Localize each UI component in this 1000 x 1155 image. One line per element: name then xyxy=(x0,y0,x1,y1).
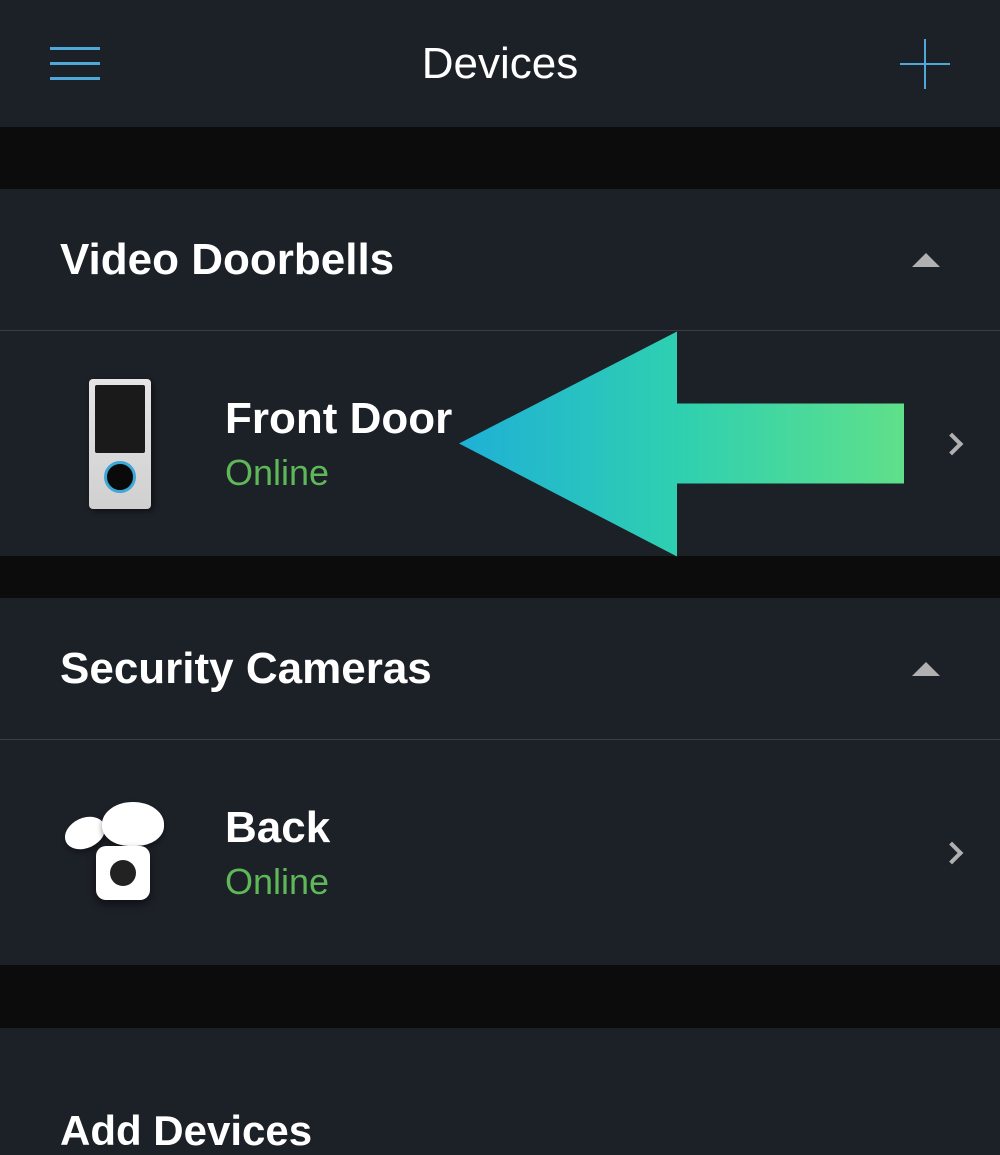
device-row-front-door[interactable]: Front Door Online xyxy=(0,331,1000,556)
device-name: Back xyxy=(225,803,330,853)
add-icon[interactable] xyxy=(900,39,950,89)
collapse-icon xyxy=(912,253,940,267)
pointer-arrow-annotation xyxy=(459,331,904,556)
device-thumbnail xyxy=(60,783,180,923)
add-devices-label: Add Devices xyxy=(60,1057,312,1155)
device-name: Front Door xyxy=(225,394,452,444)
spacer xyxy=(0,556,1000,598)
section-header-video-doorbells[interactable]: Video Doorbells xyxy=(0,189,1000,331)
device-status: Online xyxy=(225,861,330,903)
floodlight-cam-icon xyxy=(60,798,180,908)
device-thumbnail xyxy=(60,374,180,514)
doorbell-icon xyxy=(89,379,151,509)
spacer xyxy=(0,965,1000,1027)
device-info: Front Door Online xyxy=(225,394,452,494)
spacer xyxy=(0,127,1000,189)
chevron-right-icon xyxy=(941,841,964,864)
menu-icon[interactable] xyxy=(50,47,100,80)
page-title: Devices xyxy=(422,39,579,89)
device-row-back[interactable]: Back Online xyxy=(0,740,1000,965)
add-devices-row[interactable]: Add Devices xyxy=(0,1027,1000,1155)
section-header-security-cameras[interactable]: Security Cameras xyxy=(0,598,1000,740)
app-header: Devices xyxy=(0,0,1000,127)
section-title: Video Doorbells xyxy=(60,235,394,285)
section-title: Security Cameras xyxy=(60,644,432,694)
device-info: Back Online xyxy=(225,803,330,903)
collapse-icon xyxy=(912,662,940,676)
device-status: Online xyxy=(225,452,452,494)
chevron-right-icon xyxy=(941,432,964,455)
